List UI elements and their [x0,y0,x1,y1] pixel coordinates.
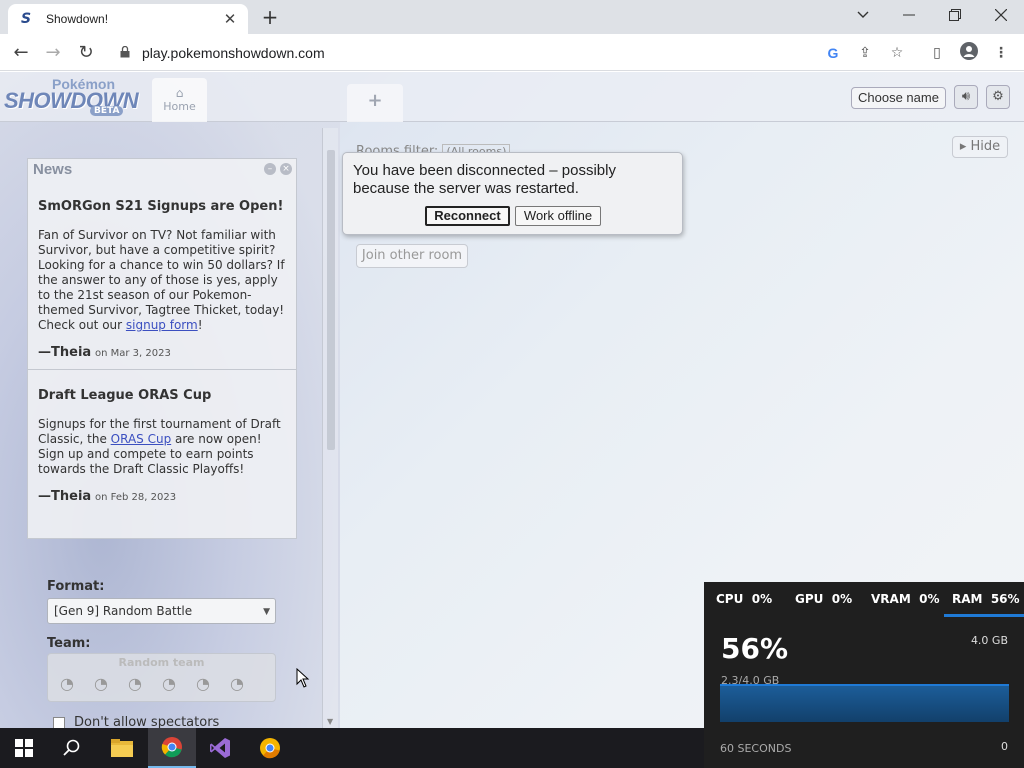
news-minimize-icon[interactable]: – [264,163,276,175]
oras-cup-link[interactable]: ORAS Cup [111,432,172,446]
new-tab-button[interactable]: + [258,6,282,30]
news-item: SmORGon S21 Signups are Open! Fan of Sur… [28,181,296,370]
pokeball-icon: ◔ [162,674,176,693]
news-close-icon[interactable]: × [280,163,292,175]
left-pane-scrollbar[interactable]: ▼ [322,128,338,728]
disconnect-message: You have been disconnected – possibly be… [353,162,616,197]
hide-label: Hide [970,139,1001,154]
team-label: Team: [47,636,91,651]
perf-tab-ram[interactable]: RAM 56% [952,592,1020,606]
tab-home[interactable]: ⌂ Home [152,78,207,122]
scroll-down-arrow-icon[interactable]: ▼ [327,717,333,726]
browser-tab[interactable]: S Showdown! ✕ [8,4,248,34]
chrome-canary-icon[interactable] [246,728,294,768]
tab-search-icon[interactable] [840,0,886,30]
format-value: [Gen 9] Random Battle [54,604,193,618]
signup-form-link[interactable]: signup form [126,318,198,332]
ps-header: Pokémon SHOWDOWN BETA ⌂ Home + Choose na… [0,72,1024,122]
browser-tabstrip: S Showdown! ✕ + [0,0,1024,34]
news-author: —Theia [38,489,92,504]
team-select[interactable]: Random team ◔ ◔ ◔ ◔ ◔ ◔ [47,653,276,702]
settings-gear-icon[interactable]: ⚙ [986,85,1010,109]
file-explorer-icon[interactable] [98,728,146,768]
performance-overlay: CPU 0% GPU 0% VRAM 0% RAM 56% 56% 4.0 GB… [704,582,1024,768]
profile-avatar-icon[interactable] [958,42,980,64]
side-panel-icon[interactable]: ▯ [926,42,948,64]
showdown-favicon-icon: S [20,11,32,27]
spectators-checkbox[interactable] [53,716,65,728]
hide-button[interactable]: ▸ Hide [952,136,1008,158]
disconnect-popup: You have been disconnected – possibly be… [342,152,683,235]
lock-icon [120,45,134,60]
back-button[interactable]: ← [8,40,34,66]
menu-kebab-icon[interactable]: ⋮ [990,42,1012,64]
news-date: on Feb 28, 2023 [95,492,177,503]
work-offline-button[interactable]: Work offline [515,206,601,226]
news-title: News [33,161,73,178]
pokeball-icon: ◔ [230,674,244,693]
minimize-button[interactable] [886,0,932,30]
news-item: Draft League ORAS Cup Signups for the fi… [28,370,296,513]
news-body: Fan of Survivor on TV? Not familiar with… [38,228,285,332]
news-panel: News – × SmORGon S21 Signups are Open! F… [27,158,297,539]
team-value: Random team [118,656,205,669]
bookmark-star-icon[interactable]: ☆ [886,42,908,64]
news-heading: Draft League ORAS Cup [38,388,212,403]
spectators-checkbox-row[interactable]: Don't allow spectators [53,715,219,728]
windows-taskbar [0,728,704,768]
tab-close-icon[interactable]: ✕ [222,10,238,28]
news-author: —Theia [38,345,92,360]
visual-studio-icon[interactable] [196,728,244,768]
scroll-thumb[interactable] [327,150,335,450]
url-text: play.pokemonshowdown.com [142,44,325,61]
tab-title: Showdown! [46,12,109,26]
pokeball-icon: ◔ [128,674,142,693]
spectators-label: Don't allow spectators [74,715,220,728]
showdown-logo[interactable]: Pokémon SHOWDOWN BETA [4,76,148,120]
restore-button[interactable] [932,0,978,30]
join-other-room-button[interactable]: Join other room [356,244,468,268]
graph-time-span: 60 SECONDS [720,742,792,755]
news-heading: SmORGon S21 Signups are Open! [38,199,284,214]
caret-right-icon: ▸ [959,139,967,154]
tab-home-label: Home [163,100,196,113]
ram-usage-graph [720,684,1009,722]
format-label: Format: [47,579,105,594]
ram-percent: 56% [721,632,789,665]
close-window-button[interactable] [978,0,1024,30]
perf-tab-gpu[interactable]: GPU 0% [795,592,852,606]
choose-name-button[interactable]: Choose name [851,87,946,109]
perf-tab-vram[interactable]: VRAM 0% [871,592,940,606]
ram-capacity: 4.0 GB [970,634,1008,647]
pokeball-icon: ◔ [60,674,74,693]
forward-button[interactable]: → [40,40,66,66]
windows-start-icon[interactable] [0,728,48,768]
home-icon: ⌂ [175,86,184,100]
new-room-tab[interactable]: + [347,84,403,122]
search-icon[interactable] [48,728,96,768]
share-icon[interactable]: ⇪ [854,42,876,64]
format-select[interactable]: [Gen 9] Random Battle ▼ [47,598,276,624]
mouse-cursor-icon [296,667,310,688]
pokeball-icon: ◔ [196,674,210,693]
reload-button[interactable]: ↻ [73,40,99,66]
chevron-down-icon: ▼ [263,607,270,617]
perf-tab-cpu[interactable]: CPU 0% [716,592,772,606]
chrome-icon[interactable] [148,728,196,768]
google-translate-icon[interactable]: G [822,42,844,64]
graph-min-value: 0 [1001,740,1008,753]
pokeball-icon: ◔ [94,674,108,693]
reconnect-button[interactable]: Reconnect [425,206,510,226]
perf-active-indicator [944,614,1024,617]
volume-icon[interactable]: 🔊︎ [954,85,978,109]
logo-beta-badge: BETA [90,106,124,116]
browser-toolbar: ← → ↻ play.pokemonshowdown.com G ⇪ ☆ ▯ ⋮ [0,34,1024,71]
news-body: Signups for the first tournament of Draf… [38,417,281,476]
address-bar[interactable]: play.pokemonshowdown.com [108,38,938,67]
news-date: on Mar 3, 2023 [95,348,171,359]
